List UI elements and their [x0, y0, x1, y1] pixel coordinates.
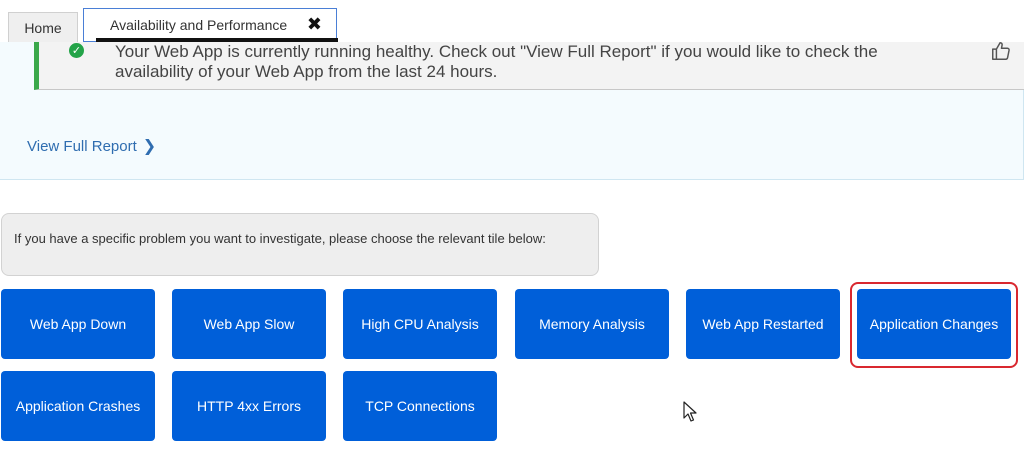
view-full-report-label: View Full Report	[27, 137, 137, 155]
view-full-report-link[interactable]: View Full Report ❯	[27, 136, 156, 156]
tile-tcp-connections[interactable]: TCP Connections	[343, 371, 497, 441]
instructions-text: If you have a specific problem you want …	[14, 231, 546, 246]
thumbs-up-icon[interactable]	[990, 40, 1012, 62]
tile-web-app-down[interactable]: Web App Down	[1, 289, 155, 359]
chevron-right-icon: ❯	[142, 138, 157, 155]
tile-web-app-restarted[interactable]: Web App Restarted	[686, 289, 840, 359]
tile-label: HTTP 4xx Errors	[197, 398, 301, 414]
instructions-box: If you have a specific problem you want …	[1, 213, 599, 276]
tab-home-label: Home	[24, 19, 62, 36]
tile-label: High CPU Analysis	[361, 316, 479, 332]
status-message-box: ✓ Your Web App is currently running heal…	[34, 42, 1024, 90]
tile-label: Application Crashes	[15, 398, 141, 414]
tile-application-crashes[interactable]: Application Crashes	[1, 371, 155, 441]
tab-active-label: Availability and Performance	[110, 17, 288, 33]
tile-label: Web App Down	[29, 316, 127, 332]
tab-availability-performance[interactable]: Availability and Performance ✖	[83, 8, 338, 42]
highlight-outline	[850, 282, 1018, 368]
tab-home[interactable]: Home	[8, 12, 78, 42]
tile-memory-analysis[interactable]: Memory Analysis	[515, 289, 669, 359]
tile-label: TCP Connections	[365, 398, 475, 414]
check-circle-icon: ✓	[69, 43, 84, 58]
tile-http-4xx-errors[interactable]: HTTP 4xx Errors	[172, 371, 326, 441]
tile-web-app-slow[interactable]: Web App Slow	[172, 289, 326, 359]
tile-label: Memory Analysis	[539, 316, 645, 332]
status-message: Your Web App is currently running health…	[115, 42, 878, 81]
diagnostics-page: Home Availability and Performance ✖ ✓ Yo…	[0, 0, 1024, 463]
close-icon[interactable]: ✖	[307, 14, 322, 35]
tile-label: Web App Slow	[203, 316, 295, 332]
tile-high-cpu-analysis[interactable]: High CPU Analysis	[343, 289, 497, 359]
report-panel: ✓ Your Web App is currently running heal…	[0, 42, 1024, 180]
tile-label: Web App Restarted	[702, 316, 824, 332]
mouse-cursor-icon	[683, 401, 697, 422]
